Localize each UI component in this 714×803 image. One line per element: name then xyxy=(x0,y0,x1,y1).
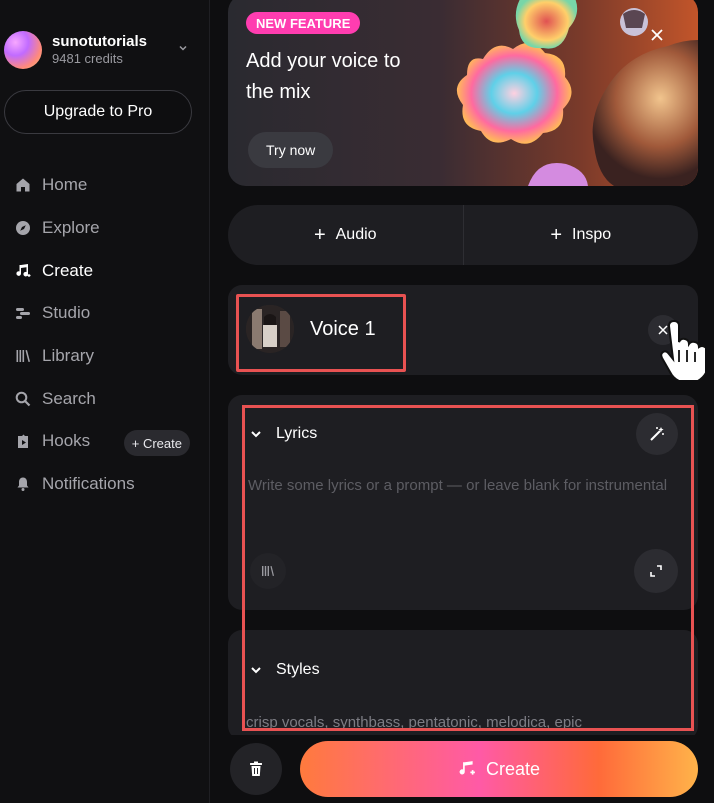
trash-icon xyxy=(250,761,262,776)
sidebar-item-library[interactable]: Library xyxy=(14,335,204,378)
hand-cursor-icon xyxy=(655,319,709,383)
bell-icon xyxy=(14,475,32,493)
feature-banner[interactable]: NEW FEATURE Add your voice to the mix Tr… xyxy=(228,0,698,186)
sidebar-item-label: Explore xyxy=(42,218,100,238)
try-now-button[interactable]: Try now xyxy=(248,132,334,168)
sidebar-item-label: Create xyxy=(42,260,94,280)
add-audio-label: Audio xyxy=(335,226,377,243)
music-note-icon xyxy=(458,760,476,778)
plus-icon: + xyxy=(313,223,326,246)
sidebar-item-label: Notifications xyxy=(42,474,135,494)
sidebar-item-studio[interactable]: Studio xyxy=(14,292,204,335)
sidebar-item-home[interactable]: Home xyxy=(14,164,204,207)
studio-icon xyxy=(14,304,32,322)
add-inspo-button[interactable]: + Inspo xyxy=(464,205,699,265)
sidebar-item-label: Library xyxy=(42,346,94,366)
home-icon xyxy=(14,176,32,194)
sidebar-item-label: Hooks xyxy=(42,431,91,451)
sidebar-item-create[interactable]: Create xyxy=(14,249,204,292)
add-audio-button[interactable]: + Audio xyxy=(228,205,463,265)
avatar xyxy=(4,31,42,69)
form-highlight-box xyxy=(242,405,694,731)
search-icon xyxy=(14,390,32,408)
sidebar: sunotutorials 9481 credits Upgrade to Pr… xyxy=(0,0,210,803)
close-icon[interactable] xyxy=(648,26,666,44)
credits-count: 9481 credits xyxy=(52,51,123,66)
upgrade-to-pro-button[interactable]: Upgrade to Pro xyxy=(4,90,192,134)
banner-title: Add your voice to the mix xyxy=(246,50,401,103)
sidebar-item-label: Search xyxy=(42,388,96,408)
sidebar-item-label: Home xyxy=(42,175,88,195)
sidebar-item-label: Studio xyxy=(42,303,91,323)
hooks-create-button[interactable]: + Create xyxy=(123,430,190,457)
sidebar-item-explore[interactable]: Explore xyxy=(14,207,204,250)
voice-highlight-box xyxy=(236,294,406,372)
sidebar-item-notifications[interactable]: Notifications xyxy=(14,463,204,506)
chevron-down-icon xyxy=(178,42,188,56)
hooks-icon xyxy=(14,432,32,450)
music-note-icon xyxy=(14,262,32,280)
clear-button[interactable] xyxy=(230,743,282,795)
add-source-row: + Audio + Inspo xyxy=(228,205,698,265)
plus-icon: + xyxy=(550,223,563,246)
library-icon xyxy=(14,347,32,365)
username: sunotutorials xyxy=(52,33,148,50)
compass-icon xyxy=(14,219,32,237)
new-feature-badge: NEW FEATURE xyxy=(246,12,361,34)
sidebar-item-search[interactable]: Search xyxy=(14,377,204,420)
create-label: Create xyxy=(485,758,541,779)
create-button[interactable]: Create xyxy=(300,741,698,797)
sidebar-item-hooks[interactable]: Hooks + Create xyxy=(14,420,204,463)
bottom-action-bar: Create xyxy=(210,735,714,803)
add-inspo-label: Inspo xyxy=(572,226,612,243)
sidebar-nav: Home Explore Create Studio Library Searc… xyxy=(14,164,204,506)
account-switcher[interactable]: sunotutorials 9481 credits xyxy=(4,28,204,72)
